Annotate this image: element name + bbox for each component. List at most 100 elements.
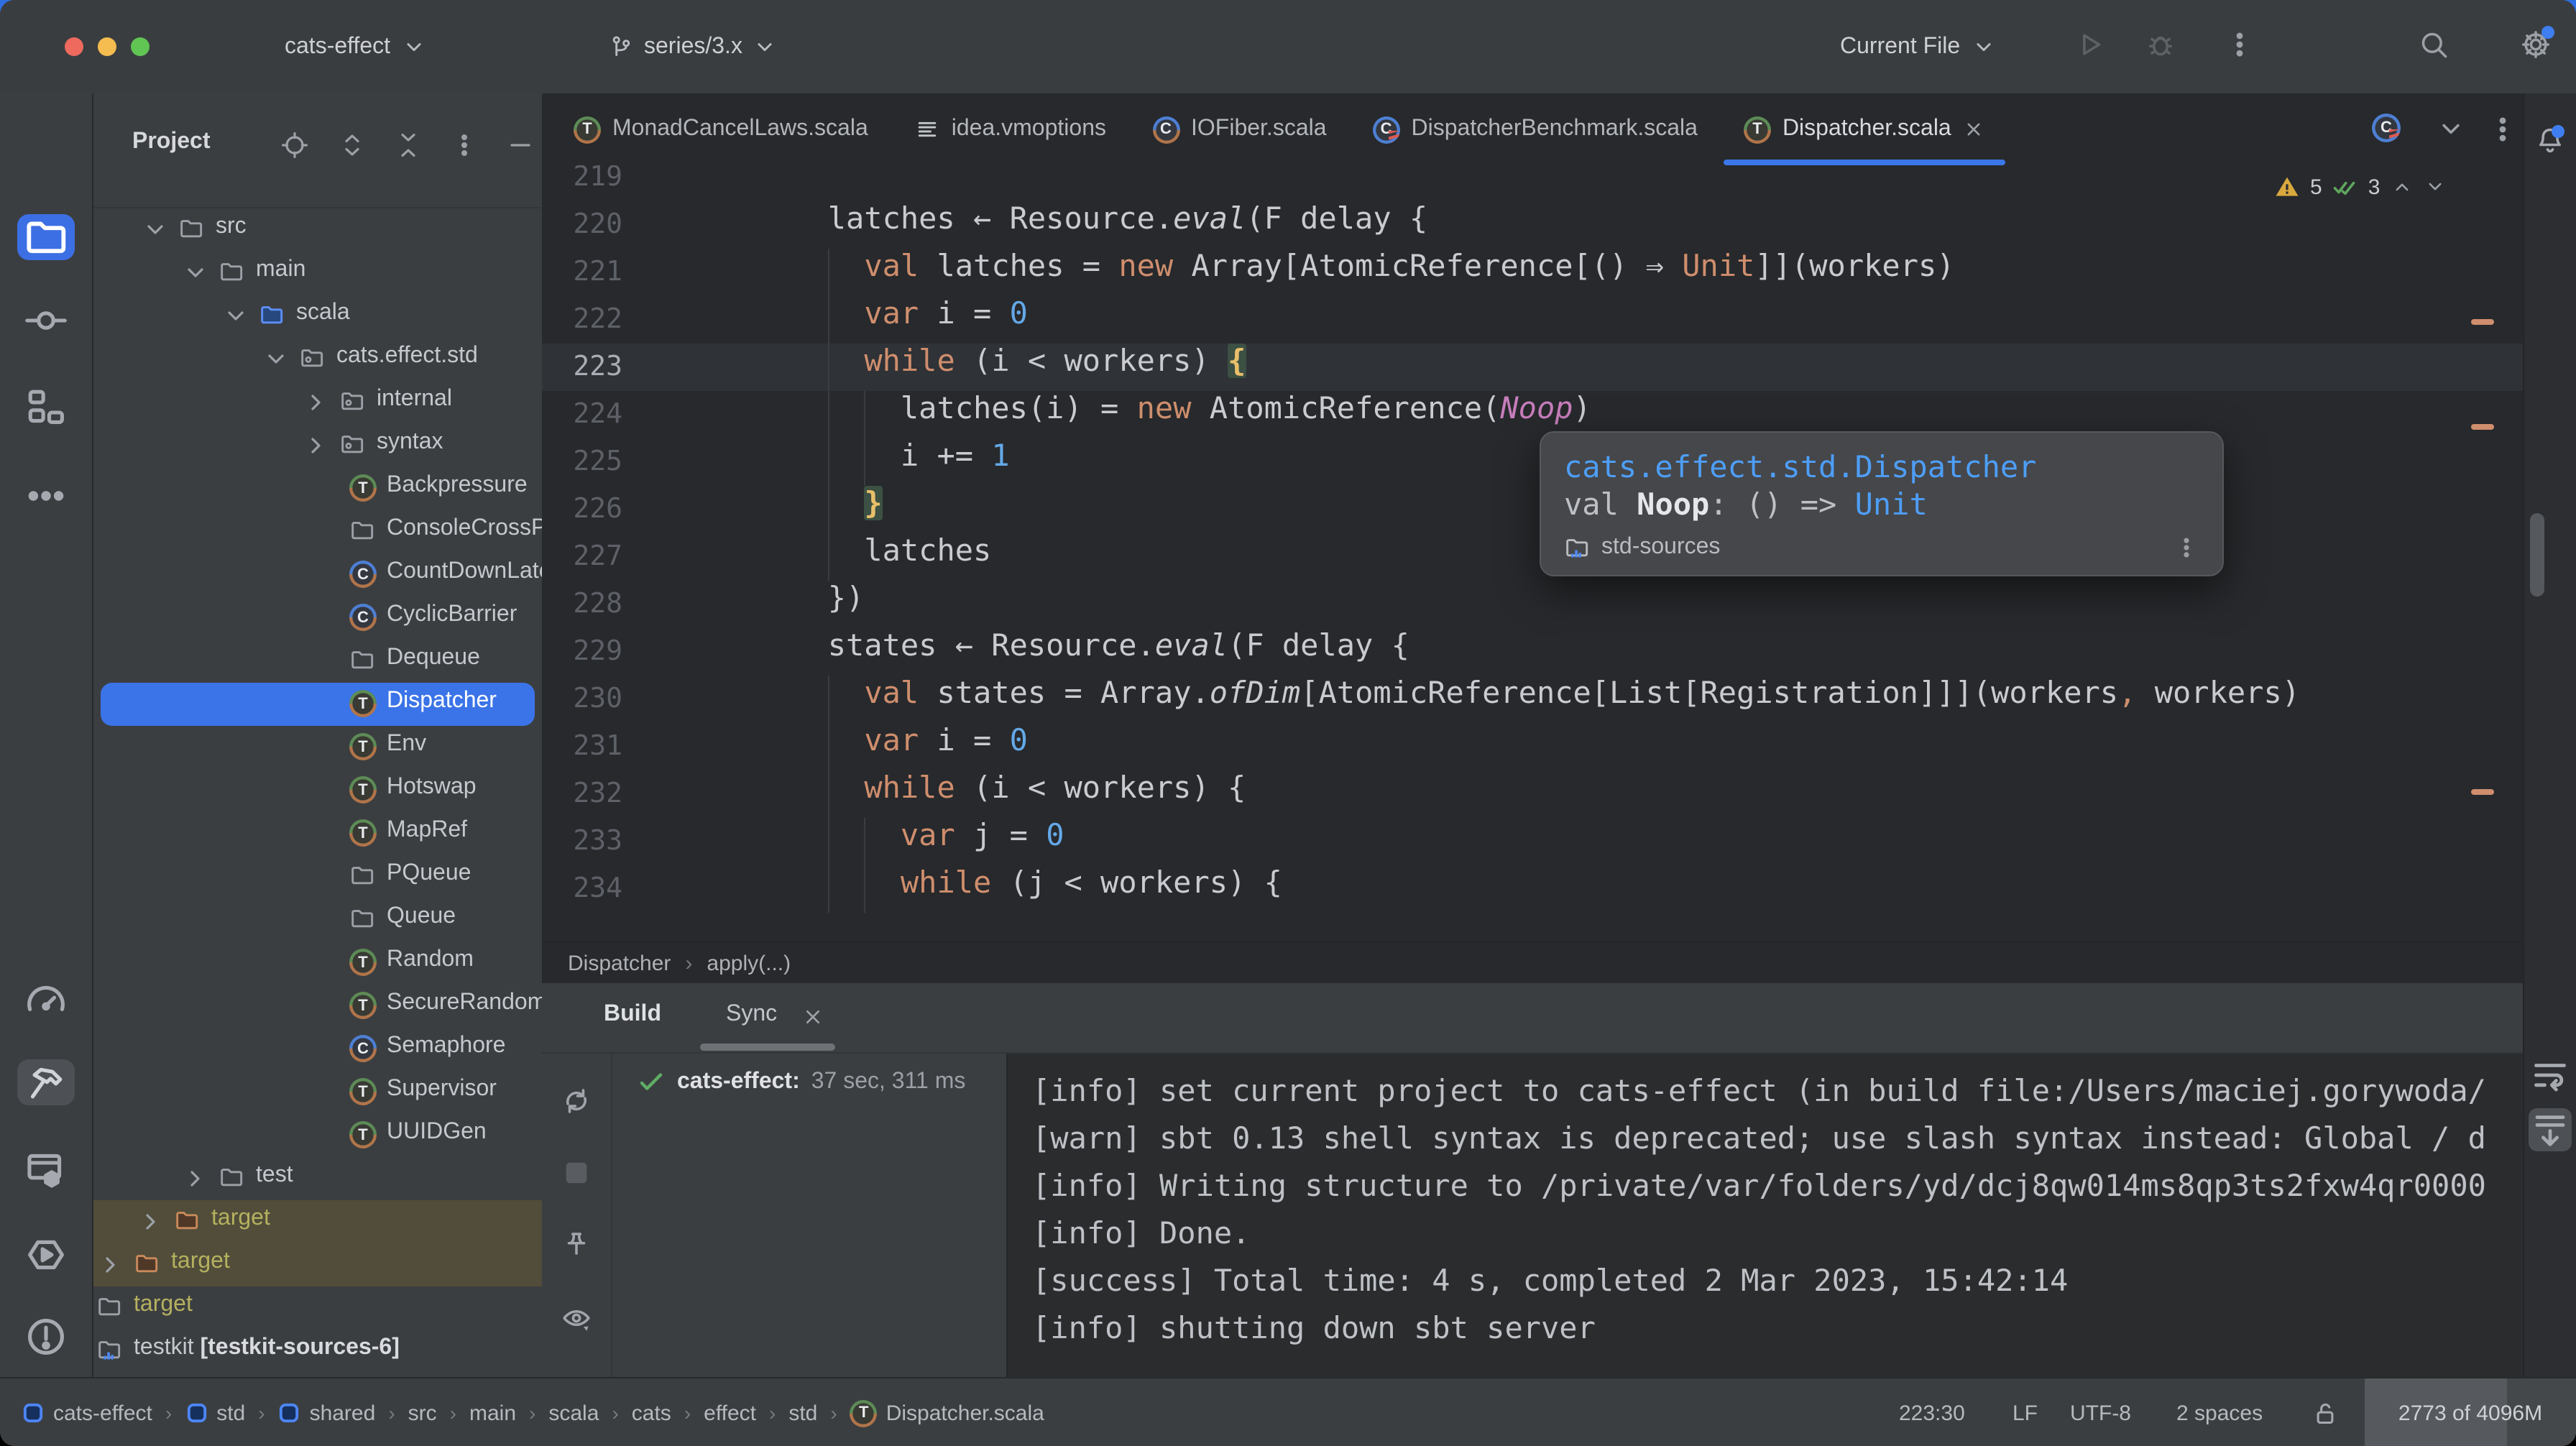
locate-file-icon[interactable] (280, 131, 309, 160)
close-sync-tab-icon[interactable] (801, 1005, 825, 1029)
build-log[interactable]: [info] set current project to cats-effec… (1006, 1054, 2526, 1378)
chevron-down-icon[interactable] (141, 216, 170, 244)
tree-item-cats.effect.std[interactable]: cats.effect.std (93, 338, 542, 381)
minimize-window-button[interactable] (98, 37, 116, 56)
tree-item-test[interactable]: test (93, 1157, 542, 1200)
doc-symbol-link[interactable]: cats.effect.std.Dispatcher (1564, 450, 2199, 484)
build-task-row[interactable]: cats-effect: 37 sec, 311 ms (637, 1068, 965, 1097)
chevron-right-icon[interactable] (96, 1251, 125, 1279)
error-stripe-mark[interactable] (2471, 789, 2494, 795)
code-line-221[interactable]: val latches = new Array[AtomicReference[… (719, 249, 1955, 296)
services-tool-icon[interactable] (17, 1146, 75, 1192)
code-line-228[interactable]: }) (719, 581, 864, 628)
tree-item-internal[interactable]: internal (93, 381, 542, 424)
status-breadcrumbs[interactable]: cats-effect›std›shared›src›main›scala›ca… (22, 1378, 1044, 1446)
debug-icon[interactable] (2145, 29, 2176, 60)
chevron-down-icon[interactable] (262, 345, 290, 374)
code-line-233[interactable]: var j = 0 (719, 818, 1064, 865)
run-configuration-selector[interactable]: Current File (1828, 26, 2007, 69)
tab-Dispatcher.scala[interactable]: TDispatcher.scala (1721, 93, 2009, 165)
tree-item-main[interactable]: main (93, 252, 542, 295)
tab-idea.vmoptions[interactable]: idea.vmoptions (891, 93, 1129, 165)
line-number-224[interactable]: 224 (542, 391, 622, 438)
tree-item-Env[interactable]: TEnv (93, 726, 542, 769)
show-options-eye-icon[interactable] (561, 1302, 592, 1334)
tree-item-Random[interactable]: TRandom (93, 941, 542, 985)
tree-item-Backpressure[interactable]: TBackpressure (93, 467, 542, 510)
branch-widget[interactable]: series/3.x (597, 26, 790, 69)
expand-all-icon[interactable] (338, 131, 367, 160)
error-stripe-mark[interactable] (2471, 424, 2494, 430)
tree-item-SecureRandom[interactable]: TSecureRandom (93, 985, 542, 1028)
chevron-down-icon[interactable] (221, 302, 250, 331)
encoding[interactable]: UTF-8 (2070, 1378, 2131, 1446)
tree-item-target[interactable]: target (93, 1200, 542, 1243)
code-line-234[interactable]: while (j < workers) { (719, 865, 1282, 913)
caret-position[interactable]: 223:30 (1899, 1378, 1965, 1446)
chevron-right-icon[interactable] (137, 1207, 165, 1236)
build-tool-icon[interactable] (17, 1059, 75, 1105)
line-number-229[interactable]: 229 (542, 628, 622, 676)
status-crumb-cats[interactable]: cats (632, 1401, 671, 1425)
search-everywhere-icon[interactable] (2418, 29, 2450, 60)
collapse-all-icon[interactable] (394, 131, 423, 160)
tree-item-testkit[interactable]: testkit [testkit-sources-6] (93, 1330, 542, 1373)
chevron-right-icon[interactable] (181, 1164, 210, 1193)
hide-panel-icon[interactable] (506, 131, 535, 160)
chevron-down-icon[interactable] (181, 259, 210, 287)
tree-item-MapRef[interactable]: TMapRef (93, 812, 542, 855)
code-line-229[interactable]: states ← Resource.eval(F delay { (719, 628, 1409, 676)
line-number-222[interactable]: 222 (542, 296, 622, 344)
code-line-231[interactable]: var i = 0 (719, 723, 1028, 770)
commit-tool-icon[interactable] (17, 298, 75, 344)
tab-IOFiber.scala[interactable]: CIOFiber.scala (1129, 93, 1350, 165)
more-tools-icon[interactable] (17, 473, 75, 519)
scroll-to-end-icon[interactable] (2529, 1108, 2572, 1151)
indent-setting[interactable]: 2 spaces (2176, 1378, 2263, 1446)
build-tab-sync[interactable]: Sync (726, 1002, 777, 1028)
tree-item-Dequeue[interactable]: Dequeue (93, 640, 542, 683)
tree-item-Dispatcher[interactable]: TDispatcher (93, 683, 542, 726)
line-number-220[interactable]: 220 (542, 201, 622, 249)
settings-gear-icon[interactable] (2520, 29, 2552, 60)
code-line-227[interactable]: latches (719, 533, 991, 581)
tree-item-Hotswap[interactable]: THotswap (93, 769, 542, 812)
line-number-223[interactable]: 223 (542, 344, 622, 391)
tree-item-scala[interactable]: scala (93, 295, 542, 338)
code-line-230[interactable]: val states = Array.ofDim[AtomicReference… (719, 676, 2300, 723)
problems-tool-icon[interactable] (17, 1314, 75, 1360)
line-number-232[interactable]: 232 (542, 770, 622, 818)
code-editor[interactable]: latches ← Resource.eval(F delay { val la… (542, 165, 2524, 941)
tree-item-ConsoleCrossPlatform[interactable]: ConsoleCrossPlatform (93, 510, 542, 553)
tree-item-Queue[interactable]: Queue (93, 898, 542, 941)
line-number-231[interactable]: 231 (542, 723, 622, 770)
tree-item-target[interactable]: target (93, 1286, 542, 1330)
lock-icon[interactable] (2312, 1378, 2339, 1446)
project-tool-icon[interactable] (17, 214, 75, 260)
line-number-234[interactable]: 234 (542, 865, 622, 913)
rerun-build-icon[interactable] (561, 1085, 592, 1117)
breadcrumb-member[interactable]: apply(...) (707, 952, 791, 976)
status-crumb-Dispatcher.scala[interactable]: TDispatcher.scala (850, 1399, 1044, 1427)
code-line-232[interactable]: while (i < workers) { (719, 770, 1246, 818)
status-crumb-effect[interactable]: effect (704, 1401, 756, 1425)
memory-indicator[interactable]: 2773 of 4096M (2365, 1378, 2576, 1446)
doc-options-kebab-icon[interactable] (2174, 535, 2199, 561)
status-crumb-shared[interactable]: shared (278, 1401, 376, 1425)
tree-item-target[interactable]: target (93, 1243, 542, 1286)
stop-build-icon[interactable] (561, 1157, 592, 1189)
code-line-224[interactable]: latches(i) = new AtomicReference(Noop) (719, 391, 1591, 438)
chevron-right-icon[interactable] (302, 388, 331, 417)
line-number-219[interactable]: 219 (542, 165, 622, 201)
line-number-225[interactable]: 225 (542, 438, 622, 486)
pin-tab-icon[interactable] (561, 1229, 592, 1261)
code-line-220[interactable]: latches ← Resource.eval(F delay { (719, 201, 1427, 249)
line-ending[interactable]: LF (2012, 1378, 2038, 1446)
status-crumb-scala[interactable]: scala (548, 1401, 599, 1425)
project-widget[interactable]: cats-effect (273, 26, 438, 69)
error-stripe-mark[interactable] (2471, 319, 2494, 325)
tree-item-src[interactable]: src (93, 208, 542, 252)
tree-item-syntax[interactable]: syntax (93, 424, 542, 467)
status-crumb-main[interactable]: main (469, 1401, 516, 1425)
tab-options-kebab-icon[interactable] (2487, 114, 2518, 145)
